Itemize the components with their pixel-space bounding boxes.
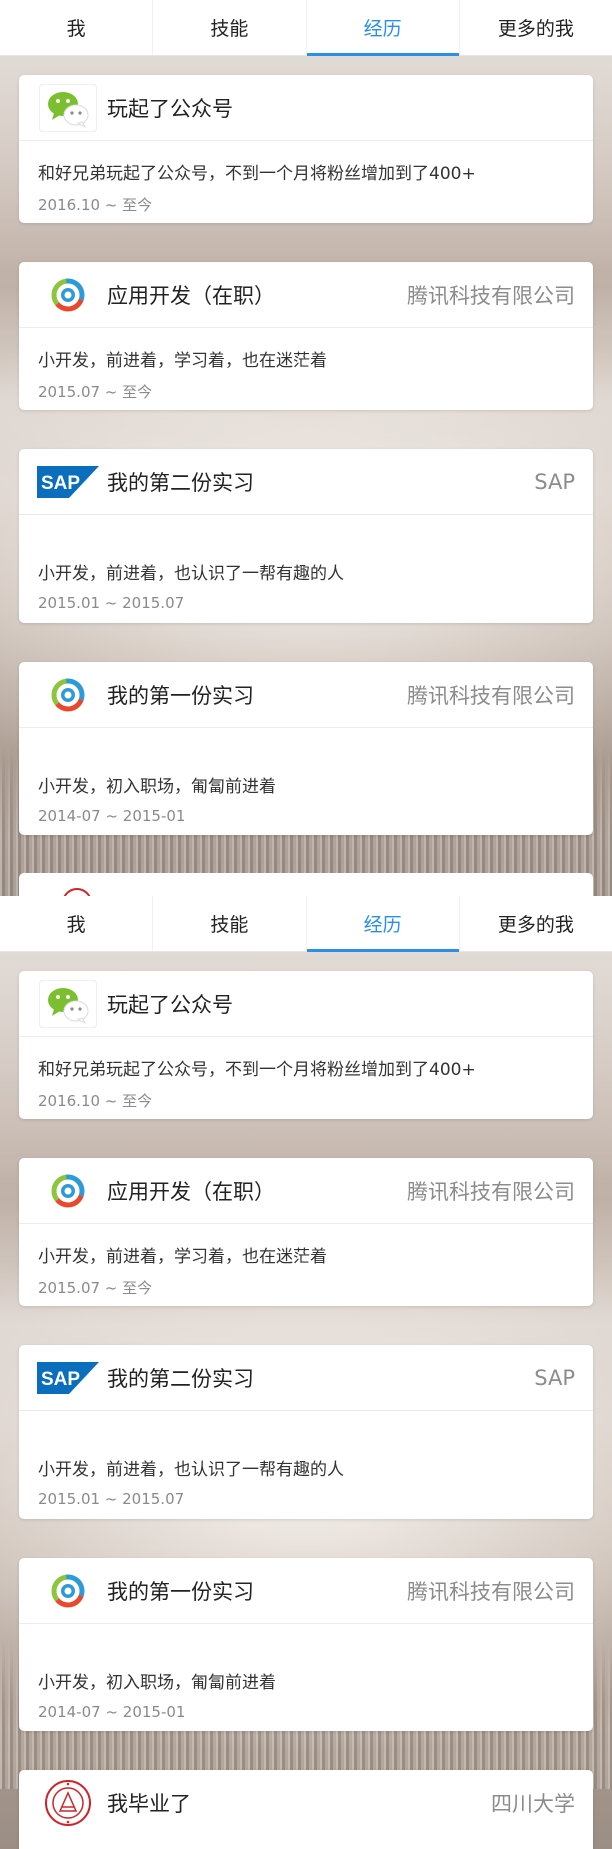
card-date: 2014-07 ~ 2015-01 [38, 1703, 186, 1721]
svg-text:SAP: SAP [41, 1369, 80, 1390]
card-title: 我的第一份实习 [107, 683, 254, 708]
card-body: 小开发，前进着，学习着，也在迷茫着 2015.07 ~ 至今 [19, 328, 593, 402]
tab-experience[interactable]: 经历 [306, 0, 460, 56]
card-body: 小开发，前进着，也认识了一帮有趣的人 2015.01 ~ 2015.07 [19, 515, 593, 612]
wechat-icon [37, 979, 99, 1029]
card-date: 2015.07 ~ 至今 [38, 1279, 153, 1297]
card-title: 玩起了公众号 [107, 96, 233, 121]
screen-bottom: 我 技能 经历 更多的我 玩起了公众号 和好兄弟玩起了公众号，不到一个月将粉丝增… [0, 896, 612, 1849]
card-header: 应用开发（在职） 腾讯科技有限公司 [19, 262, 593, 328]
svg-text:SAP: SAP [41, 473, 80, 494]
card-header: 玩起了公众号 [19, 971, 593, 1037]
tab-me[interactable]: 我 [0, 0, 154, 55]
experience-card[interactable]: 应用开发（在职） 腾讯科技有限公司 小开发，前进着，学习着，也在迷茫着 2015… [19, 1158, 593, 1306]
tab-more-me[interactable]: 更多的我 [460, 896, 612, 951]
tab-bar: 我 技能 经历 更多的我 [0, 0, 612, 56]
card-header: 玩起了公众号 [19, 75, 593, 141]
card-description: 小开发，前进着，学习着，也在迷茫着 [38, 351, 327, 371]
card-org: 腾讯科技有限公司 [407, 683, 575, 708]
tencent-logo-icon [37, 1166, 99, 1216]
experience-card-partial[interactable] [19, 873, 593, 896]
card-header: 我的第一份实习 腾讯科技有限公司 [19, 662, 593, 728]
experience-card[interactable]: SAP 我的第二份实习 SAP 小开发，前进着，也认识了一帮有趣的人 2015.… [19, 449, 593, 623]
card-title: 应用开发（在职） [107, 283, 275, 308]
card-header: 应用开发（在职） 腾讯科技有限公司 [19, 1158, 593, 1224]
card-description: 和好兄弟玩起了公众号，不到一个月将粉丝增加到了400+ [38, 164, 476, 184]
tab-skills[interactable]: 技能 [153, 896, 307, 951]
tab-more-me[interactable]: 更多的我 [460, 0, 612, 55]
sap-logo-icon: SAP [37, 1353, 99, 1403]
card-date: 2015.01 ~ 2015.07 [38, 594, 185, 612]
card-description: 小开发，初入职场，匍匐前进着 [38, 777, 276, 797]
tab-bar: 我 技能 经历 更多的我 [0, 896, 612, 952]
experience-card[interactable]: 应用开发（在职） 腾讯科技有限公司 小开发，前进着，学习着，也在迷茫着 2015… [19, 262, 593, 410]
card-org: 四川大学 [491, 1792, 575, 1816]
card-date: 2016.10 ~ 至今 [38, 1092, 153, 1110]
card-date: 2015.07 ~ 至今 [38, 383, 153, 401]
experience-card[interactable]: SAP 我的第二份实习 SAP 小开发，前进着，也认识了一帮有趣的人 2015.… [19, 1345, 593, 1519]
tab-skills[interactable]: 技能 [153, 0, 307, 55]
card-body: 和好兄弟玩起了公众号，不到一个月将粉丝增加到了400+ 2016.10 ~ 至今 [19, 141, 593, 215]
card-body: 和好兄弟玩起了公众号，不到一个月将粉丝增加到了400+ 2016.10 ~ 至今 [19, 1037, 593, 1111]
card-description: 小开发，初入职场，匍匐前进着 [38, 1673, 276, 1693]
card-org: SAP [534, 1365, 575, 1390]
card-description: 和好兄弟玩起了公众号，不到一个月将粉丝增加到了400+ [38, 1060, 476, 1080]
card-date: 2014-07 ~ 2015-01 [38, 807, 186, 825]
card-org: 腾讯科技有限公司 [407, 1579, 575, 1604]
card-date: 2015.01 ~ 2015.07 [38, 1490, 185, 1508]
sap-logo-icon: SAP [37, 457, 99, 507]
tab-experience[interactable]: 经历 [306, 896, 460, 952]
card-body: 小开发，初入职场，匍匐前进着 2014-07 ~ 2015-01 [19, 728, 593, 825]
sichuan-university-logo-icon [62, 888, 92, 896]
screen-top: 我 技能 经历 更多的我 玩起了公众号 和好兄弟玩起了公众号，不到一个月将粉丝增… [0, 0, 612, 896]
card-body: 小开发，前进着，也认识了一帮有趣的人 2015.01 ~ 2015.07 [19, 1411, 593, 1508]
experience-card[interactable]: 我的第一份实习 腾讯科技有限公司 小开发，初入职场，匍匐前进着 2014-07 … [19, 1558, 593, 1731]
tencent-logo-icon [37, 670, 99, 720]
card-title: 我的第二份实习 [107, 1366, 254, 1391]
tencent-logo-icon [37, 270, 99, 320]
card-org: SAP [534, 469, 575, 494]
experience-card[interactable]: 玩起了公众号 和好兄弟玩起了公众号，不到一个月将粉丝增加到了400+ 2016.… [19, 971, 593, 1119]
card-description: 小开发，前进着，也认识了一帮有趣的人 [38, 564, 344, 584]
card-body: 小开发，前进着，学习着，也在迷茫着 2015.07 ~ 至今 [19, 1224, 593, 1298]
experience-card[interactable]: 我的第一份实习 腾讯科技有限公司 小开发，初入职场，匍匐前进着 2014-07 … [19, 662, 593, 835]
card-title: 我毕业了 [107, 1792, 191, 1816]
card-org: 腾讯科技有限公司 [407, 1179, 575, 1204]
card-header: SAP 我的第二份实习 SAP [19, 449, 593, 515]
sichuan-university-logo-icon [37, 1778, 99, 1828]
card-body: 小开发，初入职场，匍匐前进着 2014-07 ~ 2015-01 [19, 1624, 593, 1721]
card-title: 我的第二份实习 [107, 470, 254, 495]
card-title: 玩起了公众号 [107, 992, 233, 1017]
card-org: 腾讯科技有限公司 [407, 283, 575, 308]
tencent-logo-icon [37, 1566, 99, 1616]
card-header: 我的第一份实习 腾讯科技有限公司 [19, 1558, 593, 1624]
wechat-icon [37, 83, 99, 133]
card-description: 小开发，前进着，学习着，也在迷茫着 [38, 1247, 327, 1267]
tab-me[interactable]: 我 [0, 896, 154, 951]
card-date: 2016.10 ~ 至今 [38, 196, 153, 214]
card-title: 我的第一份实习 [107, 1579, 254, 1604]
card-header: SAP 我的第二份实习 SAP [19, 1345, 593, 1411]
card-title: 应用开发（在职） [107, 1179, 275, 1204]
experience-card[interactable]: 玩起了公众号 和好兄弟玩起了公众号，不到一个月将粉丝增加到了400+ 2016.… [19, 75, 593, 223]
experience-card[interactable]: 我毕业了 四川大学 [19, 1770, 593, 1849]
card-description: 小开发，前进着，也认识了一帮有趣的人 [38, 1460, 344, 1480]
card-header: 我毕业了 四川大学 [19, 1770, 593, 1836]
